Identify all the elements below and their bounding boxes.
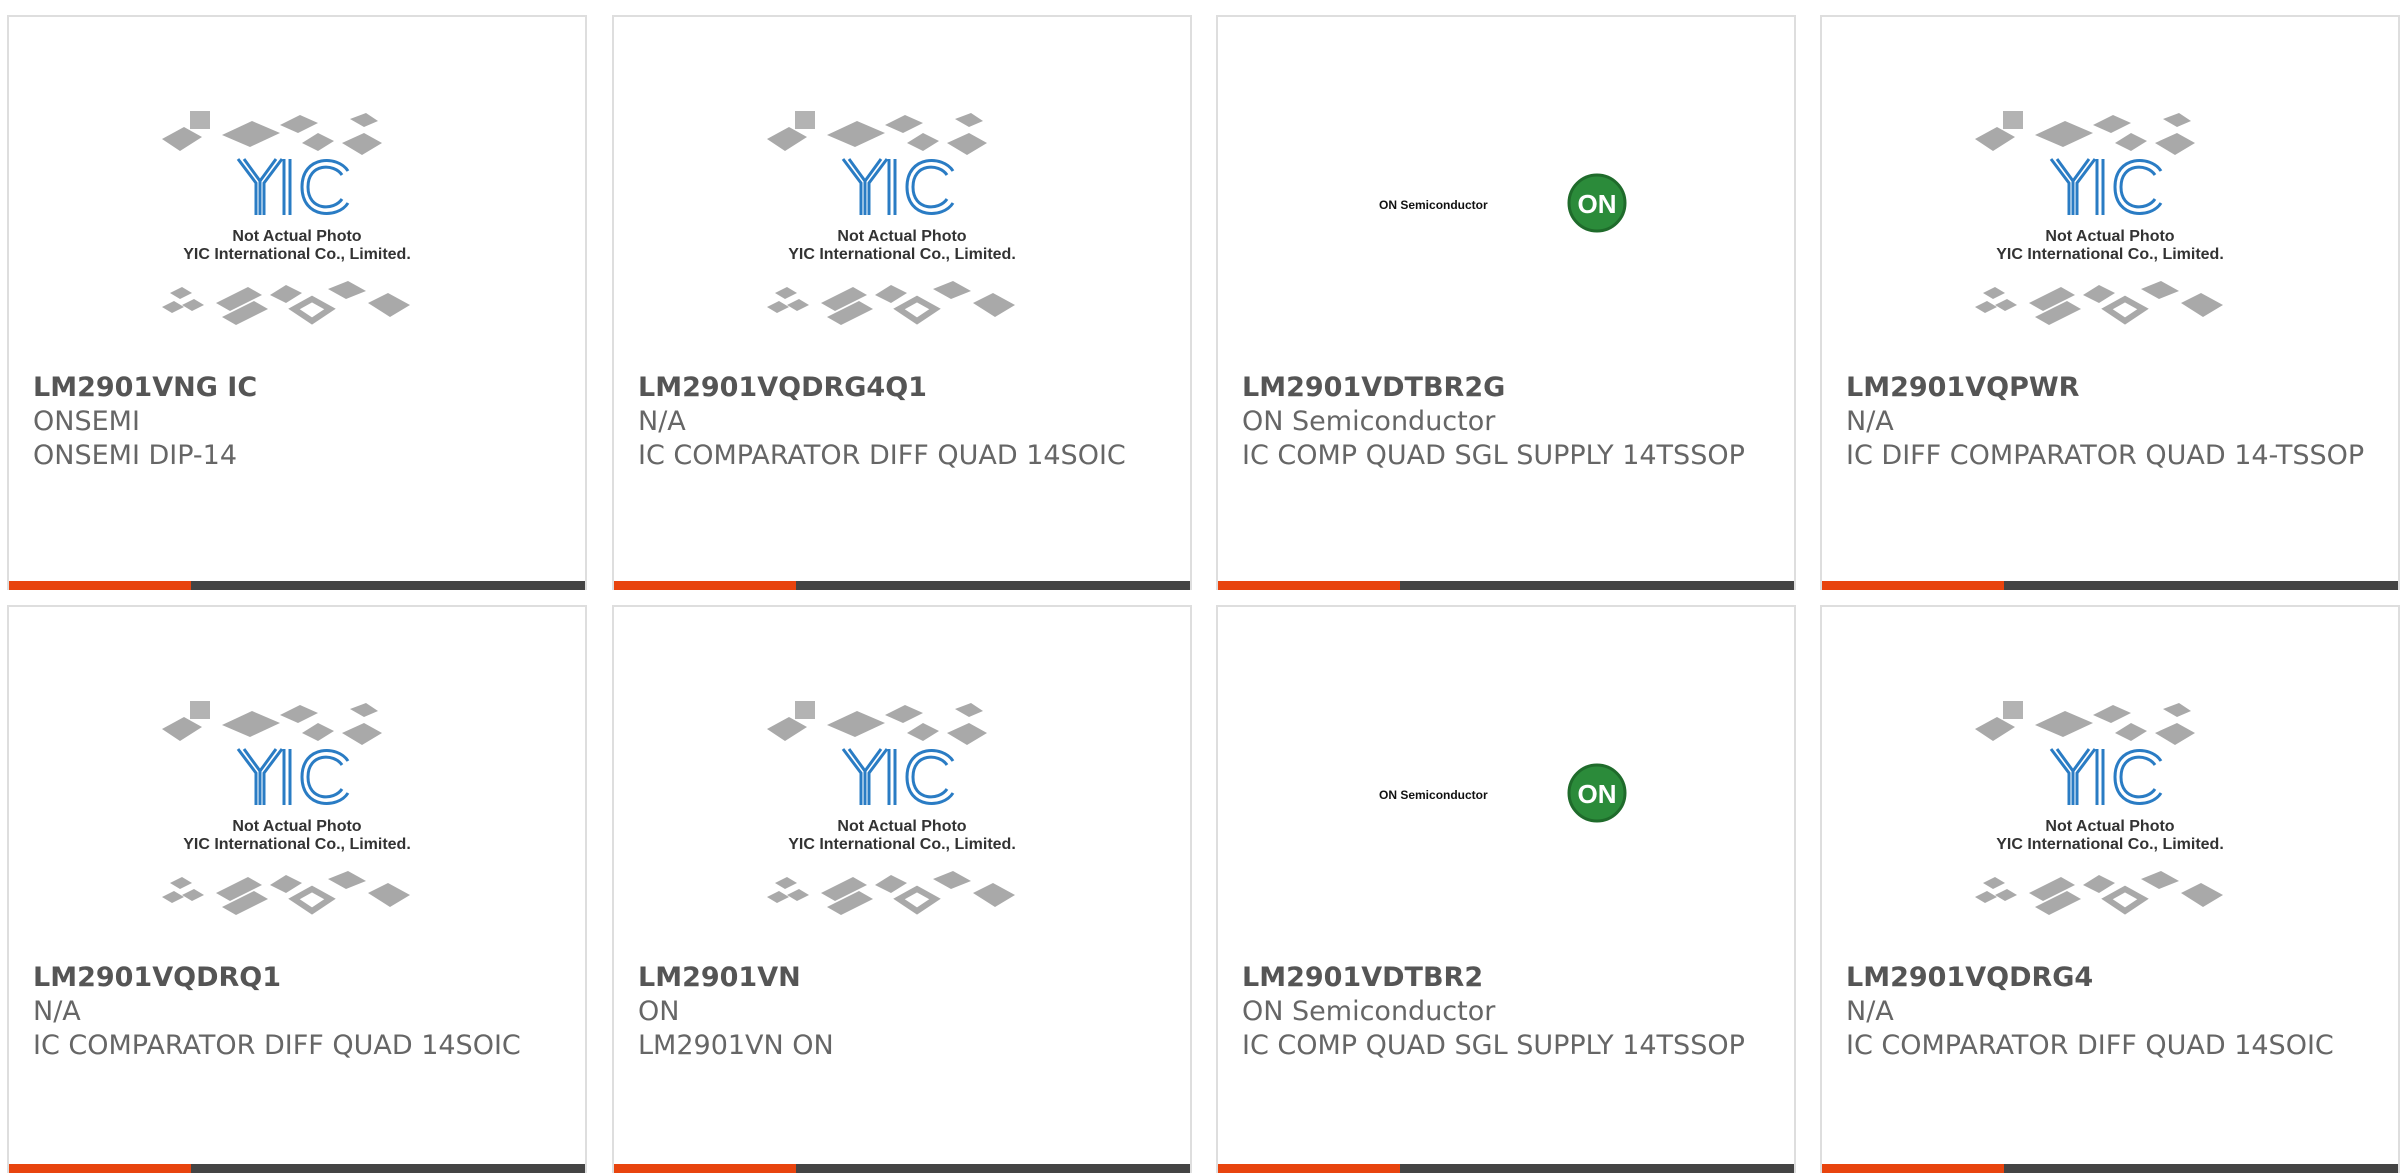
brand-label: N/A	[1846, 996, 1894, 1027]
svg-text:Not Actual Photo: Not Actual Photo	[232, 818, 361, 835]
product-card[interactable]: Not Actual Photo YIC International Co., …	[612, 605, 1192, 1173]
product-placeholder-image: Not Actual Photo YIC International Co., …	[767, 701, 1016, 915]
product-thumbnail[interactable]: Not Actual Photo YIC International Co., …	[9, 687, 585, 957]
brand-label: N/A	[33, 996, 81, 1027]
part-number-link[interactable]: LM2901VDTBR2	[1242, 961, 1770, 995]
product-info: LM2901VQDRG4 N/A IC COMPARATOR DIFF QUAD 1…	[1846, 961, 2374, 1063]
svg-text:YIC International Co., Limited: YIC International Co., Limited.	[183, 836, 411, 853]
description-text: IC COMPARATOR DIFF QUAD 14SOIC	[33, 1030, 521, 1061]
product-placeholder-image: Not Actual Photo YIC International Co., …	[767, 111, 1016, 325]
yic-logo-icon	[236, 158, 350, 215]
product-info: LM2901VQPWR N/A IC DIFF COMPARATOR QUAD 14…	[1846, 371, 2374, 473]
on-logo-icon: ON	[1567, 763, 1627, 823]
onsemi-logo-image: ON Semiconductor ON	[1379, 173, 1627, 233]
product-info: LM2901VNG IC ONSEMI ONSEMI DIP-14	[33, 371, 561, 473]
card-accent-bar	[1822, 581, 2004, 590]
yic-logo-icon	[841, 748, 955, 805]
card-accent-bar	[1822, 1164, 2004, 1173]
svg-text:YIC International Co., Limited: YIC International Co., Limited.	[788, 246, 1016, 263]
description-text: IC DIFF COMPARATOR QUAD 14-TSSOP	[1846, 440, 2365, 471]
card-accent-bar	[9, 581, 191, 590]
product-info: LM2901VQDRG4Q1 N/A IC COMPARATOR DIFF QUAD…	[638, 371, 1166, 473]
part-number-link[interactable]: LM2901VQDRG4Q1	[638, 371, 1166, 405]
product-card[interactable]: Not Actual Photo YIC International Co., …	[612, 15, 1192, 590]
product-card[interactable]: Not Actual Photo YIC International Co., …	[7, 15, 587, 590]
product-info: LM2901VDTBR2G ON Semiconductor IC COMP QUA…	[1242, 371, 1770, 473]
brand-label: ON Semiconductor	[1242, 406, 1496, 437]
product-thumbnail[interactable]: ON Semiconductor ON	[1218, 687, 1794, 957]
svg-text:Not Actual Photo: Not Actual Photo	[232, 228, 361, 245]
on-logo-icon: ON	[1567, 173, 1627, 233]
part-number-link[interactable]: LM2901VDTBR2G	[1242, 371, 1770, 405]
card-bottom-bar	[1218, 1164, 1794, 1173]
product-info: LM2901VDTBR2 ON Semiconductor IC COMP QUAD…	[1242, 961, 1770, 1063]
svg-text:YIC International Co., Limited: YIC International Co., Limited.	[183, 246, 411, 263]
product-info: LM2901VQDRQ1 N/A IC COMPARATOR DIFF QUAD 1…	[33, 961, 561, 1063]
product-thumbnail[interactable]: ON Semiconductor ON	[1218, 97, 1794, 367]
description-text: LM2901VN ON	[638, 1030, 834, 1061]
svg-text:YIC International Co., Limited: YIC International Co., Limited.	[1996, 836, 2224, 853]
card-accent-bar	[614, 1164, 796, 1173]
part-number-link[interactable]: LM2901VN	[638, 961, 1166, 995]
description-text: IC COMPARATOR DIFF QUAD 14SOIC	[638, 440, 1126, 471]
description-text: IC COMPARATOR DIFF QUAD 14SOIC	[1846, 1030, 2334, 1061]
product-info: LM2901VN ON LM2901VN ON	[638, 961, 1166, 1063]
description-text: IC COMP QUAD SGL SUPPLY 14TSSOP	[1242, 440, 1745, 471]
description-text: ONSEMI DIP-14	[33, 440, 238, 471]
product-placeholder-image: Not Actual Photo YIC International Co., …	[1975, 701, 2224, 915]
card-bottom-bar	[614, 581, 1190, 590]
product-placeholder-image: Not Actual Photo YIC International Co., …	[162, 701, 411, 915]
svg-text:Not Actual Photo: Not Actual Photo	[2045, 228, 2174, 245]
product-card[interactable]: ON Semiconductor ON LM2901VDTBR2 ON Semic…	[1216, 605, 1796, 1173]
card-accent-bar	[9, 1164, 191, 1173]
card-bottom-bar	[1218, 581, 1794, 590]
brand-label: ON	[638, 996, 680, 1027]
product-card[interactable]: Not Actual Photo YIC International Co., …	[1820, 15, 2400, 590]
part-number-link[interactable]: LM2901VQDRQ1	[33, 961, 561, 995]
description-text: IC COMP QUAD SGL SUPPLY 14TSSOP	[1242, 1030, 1745, 1061]
product-card[interactable]: Not Actual Photo YIC International Co., …	[7, 605, 587, 1173]
part-number-link[interactable]: LM2901VQDRG4	[1846, 961, 2374, 995]
product-placeholder-image: Not Actual Photo YIC International Co., …	[1975, 111, 2224, 325]
svg-text:YIC International Co., Limited: YIC International Co., Limited.	[1996, 246, 2224, 263]
part-number-link[interactable]: LM2901VNG IC	[33, 371, 561, 405]
product-thumbnail[interactable]: Not Actual Photo YIC International Co., …	[614, 97, 1190, 367]
svg-text:ON: ON	[1578, 779, 1617, 809]
svg-text:Not Actual Photo: Not Actual Photo	[837, 818, 966, 835]
brand-label: N/A	[1846, 406, 1894, 437]
product-card[interactable]: Not Actual Photo YIC International Co., …	[1820, 605, 2400, 1173]
svg-text:Not Actual Photo: Not Actual Photo	[2045, 818, 2174, 835]
product-thumbnail[interactable]: Not Actual Photo YIC International Co., …	[614, 687, 1190, 957]
svg-text:ON Semiconductor: ON Semiconductor	[1379, 788, 1488, 802]
yic-logo-icon	[236, 748, 350, 805]
card-bottom-bar	[9, 581, 585, 590]
card-accent-bar	[1218, 1164, 1400, 1173]
yic-logo-icon	[841, 158, 955, 215]
svg-text:ON Semiconductor: ON Semiconductor	[1379, 198, 1488, 212]
svg-text:ON: ON	[1578, 189, 1617, 219]
yic-logo-icon	[2049, 748, 2163, 805]
product-card[interactable]: ON Semiconductor ON LM2901VDTBR2G ON Semi…	[1216, 15, 1796, 590]
product-thumbnail[interactable]: Not Actual Photo YIC International Co., …	[1822, 687, 2398, 957]
svg-text:YIC International Co., Limited: YIC International Co., Limited.	[788, 836, 1016, 853]
product-thumbnail[interactable]: Not Actual Photo YIC International Co., …	[1822, 97, 2398, 367]
brand-label: ON Semiconductor	[1242, 996, 1496, 1027]
card-accent-bar	[1218, 581, 1400, 590]
card-bottom-bar	[9, 1164, 585, 1173]
brand-label: ONSEMI	[33, 406, 140, 437]
svg-text:Not Actual Photo: Not Actual Photo	[837, 228, 966, 245]
yic-logo-icon	[2049, 158, 2163, 215]
product-placeholder-image: Not Actual Photo YIC International Co., …	[162, 111, 411, 325]
card-accent-bar	[614, 581, 796, 590]
onsemi-logo-image: ON Semiconductor ON	[1379, 763, 1627, 823]
card-bottom-bar	[1822, 1164, 2398, 1173]
brand-label: N/A	[638, 406, 686, 437]
card-bottom-bar	[614, 1164, 1190, 1173]
part-number-link[interactable]: LM2901VQPWR	[1846, 371, 2374, 405]
product-thumbnail[interactable]: Not Actual Photo YIC International Co., …	[9, 97, 585, 367]
product-grid: Not Actual Photo YIC International Co., …	[0, 0, 2400, 1173]
card-bottom-bar	[1822, 581, 2398, 590]
